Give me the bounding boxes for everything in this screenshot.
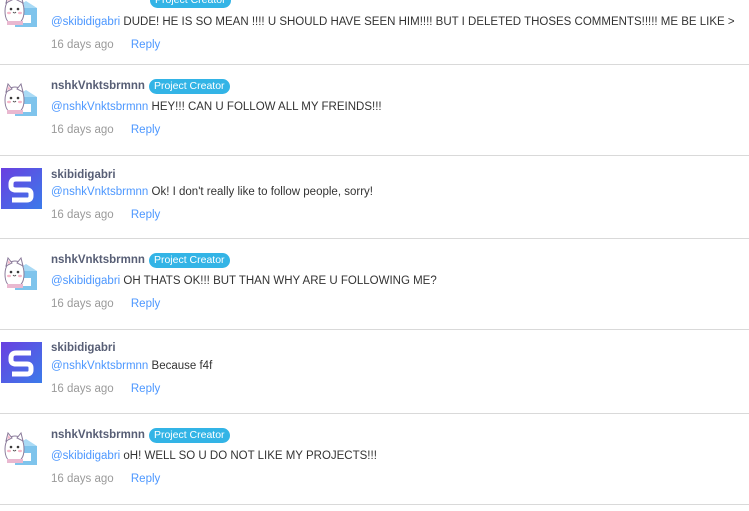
cat-avatar[interactable]	[1, 426, 42, 467]
project-creator-badge: Project Creator	[148, 78, 230, 94]
comment-header: skibidigabri	[51, 339, 749, 357]
mention-link[interactable]: @skibidigabri	[51, 450, 120, 462]
comment-meta: 16 days ago Reply	[51, 207, 749, 223]
s-avatar[interactable]	[1, 342, 42, 383]
comment-meta: 16 days ago Reply	[51, 381, 749, 397]
cat-avatar[interactable]	[1, 77, 42, 118]
comment-body: OH THATS OK!!! BUT THAN WHY ARE U FOLLOW…	[123, 275, 437, 287]
comment-body: Because f4f	[151, 360, 213, 372]
comment-text: @skibidigabri oH! WELL SO U DO NOT LIKE …	[51, 448, 749, 464]
comment-header: Project Creator	[51, 0, 749, 10]
comment-meta: 16 days ago Reply	[51, 122, 749, 138]
letter-s-icon	[1, 342, 42, 383]
comment-item: nshkVnktsbrmnn Project Creator @nshkVnkts…	[0, 65, 749, 156]
comment-body: DUDE! HE IS SO MEAN !!!! U SHOULD HAVE S…	[123, 16, 735, 28]
username-link[interactable]: skibidigabri	[51, 169, 116, 181]
comment-item: nshkVnktsbrmnn Project Creator @skibidiga…	[0, 414, 749, 505]
mention-link[interactable]: @skibidigabri	[51, 16, 120, 28]
timestamp: 16 days ago	[51, 383, 114, 395]
comment-text: @nshkVnktsbrmnn Because f4f	[51, 358, 749, 374]
cat-avatar[interactable]	[1, 251, 42, 292]
project-creator-badge: Project Creator	[150, 0, 231, 9]
comment-body: HEY!!! CAN U FOLLOW ALL MY FREINDS!!!	[151, 101, 382, 113]
cat-milk-carton-icon	[1, 77, 42, 118]
comment-text: @skibidigabri OH THATS OK!!! BUT THAN WH…	[51, 273, 749, 289]
reply-link[interactable]: Reply	[131, 473, 160, 485]
username-link[interactable]: nshkVnktsbrmnn	[51, 429, 145, 441]
cat-milk-carton-icon	[1, 0, 42, 29]
cat-milk-carton-icon	[1, 251, 42, 292]
timestamp: 16 days ago	[51, 39, 114, 51]
comment-text: @nshkVnktsbrmnn HEY!!! CAN U FOLLOW ALL …	[51, 99, 749, 115]
comment-text: @skibidigabri DUDE! HE IS SO MEAN !!!! U…	[51, 14, 749, 30]
s-avatar[interactable]	[1, 168, 42, 209]
mention-link[interactable]: @nshkVnktsbrmnn	[51, 101, 148, 113]
username-link[interactable]: skibidigabri	[51, 342, 116, 354]
cat-avatar[interactable]	[1, 0, 42, 29]
comment-header: nshkVnktsbrmnn Project Creator	[51, 77, 749, 95]
comment-text: @nshkVnktsbrmnn Ok! I don't really like …	[51, 184, 749, 200]
reply-link[interactable]: Reply	[131, 383, 160, 395]
mention-link[interactable]: @nshkVnktsbrmnn	[51, 186, 148, 198]
username-link[interactable]: nshkVnktsbrmnn	[51, 254, 145, 266]
username-link[interactable]: nshkVnktsbrmnn	[51, 80, 145, 92]
comment-meta: 16 days ago Reply	[51, 37, 749, 53]
project-creator-badge: Project Creator	[148, 252, 230, 268]
timestamp: 16 days ago	[51, 124, 114, 136]
reply-link[interactable]: Reply	[131, 124, 160, 136]
comment-body: oH! WELL SO U DO NOT LIKE MY PROJECTS!!!	[123, 450, 377, 462]
comment-list: Project Creator @skibidigabri DUDE! HE I…	[0, 0, 749, 511]
reply-link[interactable]: Reply	[131, 39, 160, 51]
comment-item: skibidigabri @nshkVnktsbrmnn Ok! I don't…	[0, 156, 749, 239]
timestamp: 16 days ago	[51, 473, 114, 485]
reply-link[interactable]: Reply	[131, 209, 160, 221]
comment-item: Project Creator @skibidigabri DUDE! HE I…	[0, 0, 749, 65]
timestamp: 16 days ago	[51, 209, 114, 221]
comment-body: Ok! I don't really like to follow people…	[151, 186, 373, 198]
comment-header: skibidigabri	[51, 166, 749, 184]
letter-s-icon	[1, 168, 42, 209]
reply-link[interactable]: Reply	[131, 298, 160, 310]
comment-meta: 16 days ago Reply	[51, 296, 749, 312]
comment-meta: 16 days ago Reply	[51, 471, 749, 487]
cat-milk-carton-icon	[1, 426, 42, 467]
comment-item: nshkVnktsbrmnn Project Creator @skibidiga…	[0, 239, 749, 330]
project-creator-badge: Project Creator	[148, 427, 230, 443]
comment-header: nshkVnktsbrmnn Project Creator	[51, 251, 749, 269]
timestamp: 16 days ago	[51, 298, 114, 310]
mention-link[interactable]: @nshkVnktsbrmnn	[51, 360, 148, 372]
mention-link[interactable]: @skibidigabri	[51, 275, 120, 287]
comment-header: nshkVnktsbrmnn Project Creator	[51, 426, 749, 444]
comment-item: skibidigabri @nshkVnktsbrmnn Because f4f…	[0, 330, 749, 414]
